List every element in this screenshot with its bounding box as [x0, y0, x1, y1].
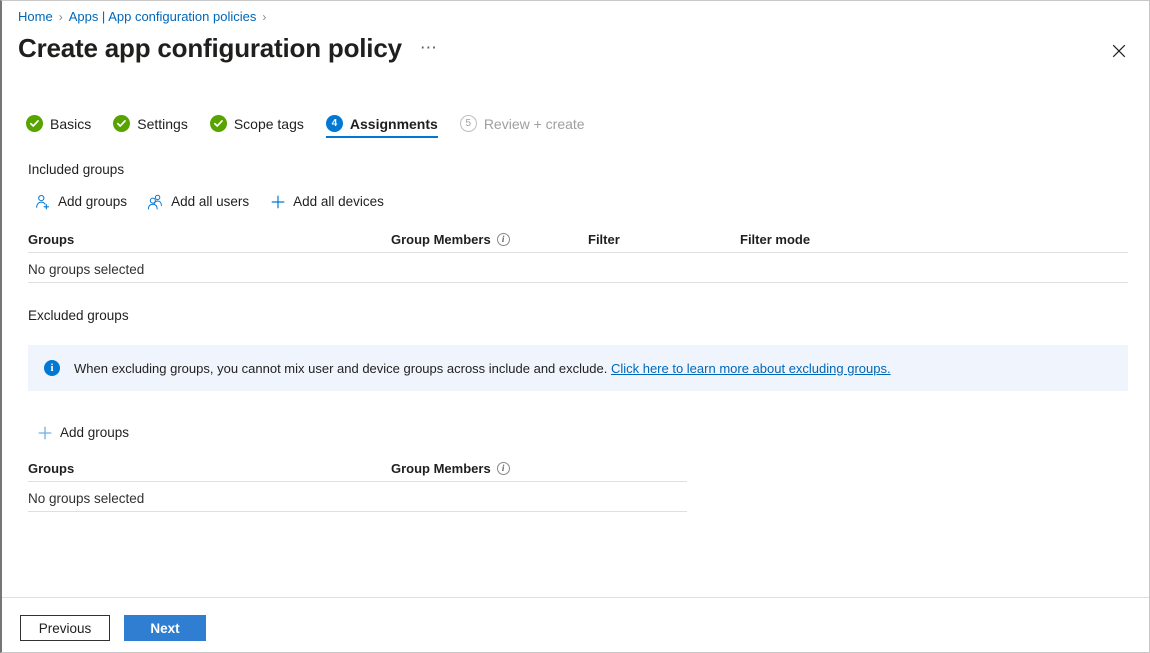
- excluded-groups-table: Groups Group Members i No groups selecte…: [28, 456, 687, 512]
- plus-icon: [269, 193, 286, 210]
- add-groups-label: Add groups: [58, 194, 127, 209]
- info-icon: i: [44, 360, 60, 376]
- add-all-users-button[interactable]: Add all users: [146, 191, 250, 212]
- column-header-filter[interactable]: Filter: [588, 232, 740, 247]
- column-header-filter-mode[interactable]: Filter mode: [740, 232, 940, 247]
- add-groups-button[interactable]: Add groups: [33, 191, 128, 212]
- add-groups-excluded-label: Add groups: [60, 425, 129, 440]
- footer-divider: [2, 597, 1149, 598]
- wizard-step-label: Assignments: [350, 116, 438, 132]
- breadcrumb-item-home[interactable]: Home: [18, 9, 53, 24]
- banner-message-text: When excluding groups, you cannot mix us…: [74, 361, 607, 376]
- excluded-groups-label: Excluded groups: [28, 308, 129, 323]
- next-button[interactable]: Next: [124, 615, 206, 641]
- check-circle-icon: [113, 115, 130, 132]
- breadcrumb-separator-icon: ›: [59, 10, 63, 24]
- column-header-groups[interactable]: Groups: [28, 232, 391, 247]
- page-title: Create app configuration policy: [18, 31, 402, 65]
- banner-message: When excluding groups, you cannot mix us…: [74, 361, 891, 376]
- wizard-step-assignments[interactable]: 4 Assignments: [326, 115, 438, 138]
- table-row: No groups selected: [28, 482, 687, 512]
- wizard-step-label: Basics: [50, 116, 91, 132]
- add-all-users-label: Add all users: [171, 194, 249, 209]
- included-groups-label: Included groups: [28, 162, 124, 177]
- footer-actions: Previous Next: [20, 615, 206, 641]
- breadcrumb-separator-icon-2: ›: [262, 10, 266, 24]
- add-all-devices-label: Add all devices: [293, 194, 384, 209]
- more-options-icon[interactable]: ⋯: [418, 39, 440, 57]
- column-header-group-members[interactable]: Group Members i: [391, 232, 588, 247]
- wizard-step-settings[interactable]: Settings: [113, 115, 188, 138]
- title-row: Create app configuration policy ⋯: [18, 31, 440, 65]
- check-circle-icon: [210, 115, 227, 132]
- wizard-step-scope-tags[interactable]: Scope tags: [210, 115, 304, 138]
- close-icon[interactable]: [1107, 39, 1131, 63]
- add-person-icon: [34, 193, 51, 210]
- learn-more-link[interactable]: Click here to learn more about excluding…: [611, 361, 891, 376]
- column-header-group-members[interactable]: Group Members i: [391, 461, 671, 476]
- table-header-row: Groups Group Members i: [28, 456, 687, 482]
- empty-state-text: No groups selected: [28, 491, 144, 506]
- previous-button[interactable]: Previous: [20, 615, 110, 641]
- wizard-steps: Basics Settings Scope tags 4 Assignments: [26, 115, 607, 149]
- step-number-badge: 5: [460, 115, 477, 132]
- exclude-groups-info-banner: i When excluding groups, you cannot mix …: [28, 345, 1128, 391]
- info-icon[interactable]: i: [497, 462, 510, 475]
- check-circle-icon: [26, 115, 43, 132]
- table-row: No groups selected: [28, 253, 1128, 283]
- add-groups-excluded-button[interactable]: Add groups: [35, 422, 130, 443]
- wizard-step-review-create: 5 Review + create: [460, 115, 585, 138]
- step-number-badge: 4: [326, 115, 343, 132]
- table-header-row: Groups Group Members i Filter Filter mod…: [28, 227, 1128, 253]
- empty-state-text: No groups selected: [28, 262, 144, 277]
- breadcrumb-item-apps-app-configuration-policies[interactable]: Apps | App configuration policies: [69, 9, 257, 24]
- wizard-step-label: Scope tags: [234, 116, 304, 132]
- included-groups-command-bar: Add groups Add all users Add all devices: [33, 191, 403, 212]
- wizard-step-basics[interactable]: Basics: [26, 115, 91, 138]
- excluded-groups-command-bar: Add groups: [35, 422, 148, 443]
- create-app-configuration-policy-blade: Home › Apps | App configuration policies…: [0, 0, 1150, 653]
- breadcrumb: Home › Apps | App configuration policies…: [18, 9, 272, 24]
- wizard-step-label: Review + create: [484, 116, 585, 132]
- column-header-group-members-label: Group Members: [391, 232, 491, 247]
- people-icon: [147, 193, 164, 210]
- included-groups-table: Groups Group Members i Filter Filter mod…: [28, 227, 1128, 283]
- column-header-groups[interactable]: Groups: [28, 461, 391, 476]
- plus-icon: [36, 424, 53, 441]
- add-all-devices-button[interactable]: Add all devices: [268, 191, 385, 212]
- wizard-step-label: Settings: [137, 116, 188, 132]
- column-header-group-members-label: Group Members: [391, 461, 491, 476]
- info-icon[interactable]: i: [497, 233, 510, 246]
